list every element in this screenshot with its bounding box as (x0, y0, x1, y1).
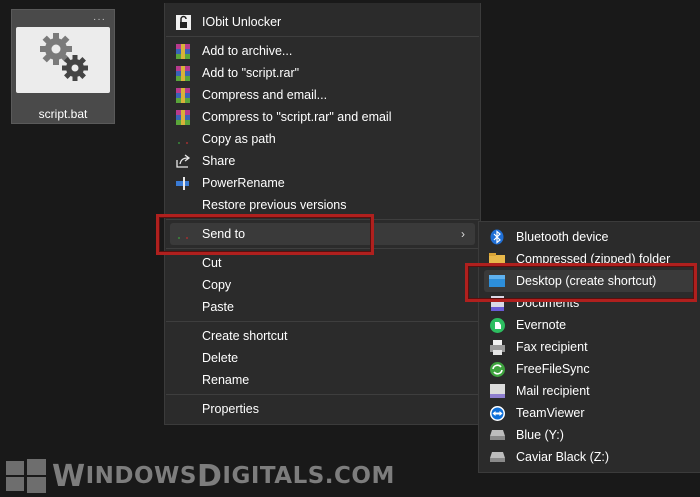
menu-item-compress-to-script-rar-and-email[interactable]: Compress to "script.rar" and email (170, 106, 475, 128)
menu-item-label: Compress and email... (202, 88, 328, 102)
menu-item-share[interactable]: Share (170, 150, 475, 172)
watermark-text: INDOWS (85, 463, 197, 489)
menu-item-label: Properties (202, 402, 259, 416)
menu-item-delete[interactable]: Delete (170, 347, 475, 369)
menu-item-label: PowerRename (202, 176, 285, 190)
menu-separator (166, 394, 479, 395)
sendto-item-evernote[interactable]: Evernote (484, 314, 695, 336)
menu-item-label: Mail recipient (516, 384, 590, 398)
sendto-item-freefilesync[interactable]: FreeFileSync (484, 358, 695, 380)
menu-item-label: IObit Unlocker (202, 15, 282, 29)
menu-item-label: Create shortcut (202, 329, 288, 343)
winrar-icon (175, 87, 191, 103)
menu-item-copy[interactable]: Copy (170, 274, 475, 296)
menu-item-label: Blue (Y:) (516, 428, 564, 442)
freefilesync-icon (489, 361, 505, 377)
sendto-item-bluetooth-device[interactable]: Bluetooth device (484, 226, 695, 248)
highlight-box-send-to (156, 214, 374, 255)
watermark-text: IGITALS.COM (222, 463, 395, 489)
menu-item-label: Paste (202, 300, 234, 314)
menu-item-iobit-unlocker[interactable]: IObit Unlocker (170, 11, 475, 33)
menu-item-rename[interactable]: Rename (170, 369, 475, 391)
drive-icon (489, 449, 505, 465)
menu-item-label: Rename (202, 373, 250, 387)
menu-item-add-to-script-rar[interactable]: Add to "script.rar" (170, 62, 475, 84)
menu-item-restore-previous-versions[interactable]: Restore previous versions (170, 194, 475, 216)
menu-item-label: Cut (202, 256, 222, 270)
menu-item-label: Compress to "script.rar" and email (202, 110, 392, 124)
winrar-icon (175, 43, 191, 59)
fax-icon (489, 339, 505, 355)
menu-item-label: Bluetooth device (516, 230, 609, 244)
menu-item-label: Evernote (516, 318, 567, 332)
menu-item-label: Share (202, 154, 236, 168)
menu-item-compress-and-email[interactable]: Compress and email... (170, 84, 475, 106)
menu-item-label: Copy (202, 278, 232, 292)
menu-item-label: Add to archive... (202, 44, 293, 58)
menu-item-powerrename[interactable]: PowerRename (170, 172, 475, 194)
sendto-item-fax-recipient[interactable]: Fax recipient (484, 336, 695, 358)
menu-item-label: Fax recipient (516, 340, 588, 354)
menu-item-create-shortcut[interactable]: Create shortcut (170, 325, 475, 347)
highlight-box-desktop-shortcut (465, 263, 697, 302)
menu-item-paste[interactable]: Paste (170, 296, 475, 318)
menu-item-label: Delete (202, 351, 239, 365)
watermark-logo: W INDOWS D IGITALS.COM (6, 458, 395, 494)
file-tile-script-bat[interactable]: ··· script.bat (11, 9, 115, 124)
powerrename-icon (175, 175, 191, 191)
menu-item-cut[interactable]: Cut (170, 252, 475, 274)
menu-separator (166, 36, 479, 37)
sendto-item-teamviewer[interactable]: TeamViewer (484, 402, 695, 424)
teamviewer-icon (489, 405, 505, 421)
evernote-icon (489, 317, 505, 333)
winrar-icon (175, 109, 191, 125)
menu-item-label: Add to "script.rar" (202, 66, 300, 80)
share-icon (175, 153, 191, 169)
menu-item-copy-as-path[interactable]: Copy as path (170, 128, 475, 150)
gears-icon (40, 33, 88, 81)
windows-logo-icon (6, 459, 46, 493)
iobit-unlocker-icon (175, 14, 191, 30)
menu-item-label: Caviar Black (Z:) (516, 450, 610, 464)
menu-item-label: Restore previous versions (202, 198, 347, 212)
copy-path-icon (175, 131, 191, 147)
menu-separator (166, 321, 479, 322)
sendto-item-caviar-black-drive[interactable]: Caviar Black (Z:) (484, 446, 695, 468)
menu-item-label: FreeFileSync (516, 362, 590, 376)
winrar-icon (175, 65, 191, 81)
menu-item-label: TeamViewer (516, 406, 585, 420)
sendto-item-mail-recipient[interactable]: Mail recipient (484, 380, 695, 402)
drive-icon (489, 427, 505, 443)
more-icon: ··· (93, 14, 106, 25)
watermark-text: D (196, 458, 223, 494)
sendto-item-blue-drive[interactable]: Blue (Y:) (484, 424, 695, 446)
menu-item-properties[interactable]: Properties (170, 398, 475, 420)
mail-icon (489, 383, 505, 399)
menu-item-add-to-archive[interactable]: Add to archive... (170, 40, 475, 62)
send-to-submenu: Bluetooth device Compressed (zipped) fol… (478, 221, 700, 473)
watermark-text: W (52, 458, 86, 494)
menu-item-label: Copy as path (202, 132, 276, 146)
chevron-right-icon: › (461, 227, 465, 241)
file-name: script.bat (38, 107, 88, 121)
bluetooth-icon (489, 229, 505, 245)
file-thumbnail (16, 27, 110, 93)
